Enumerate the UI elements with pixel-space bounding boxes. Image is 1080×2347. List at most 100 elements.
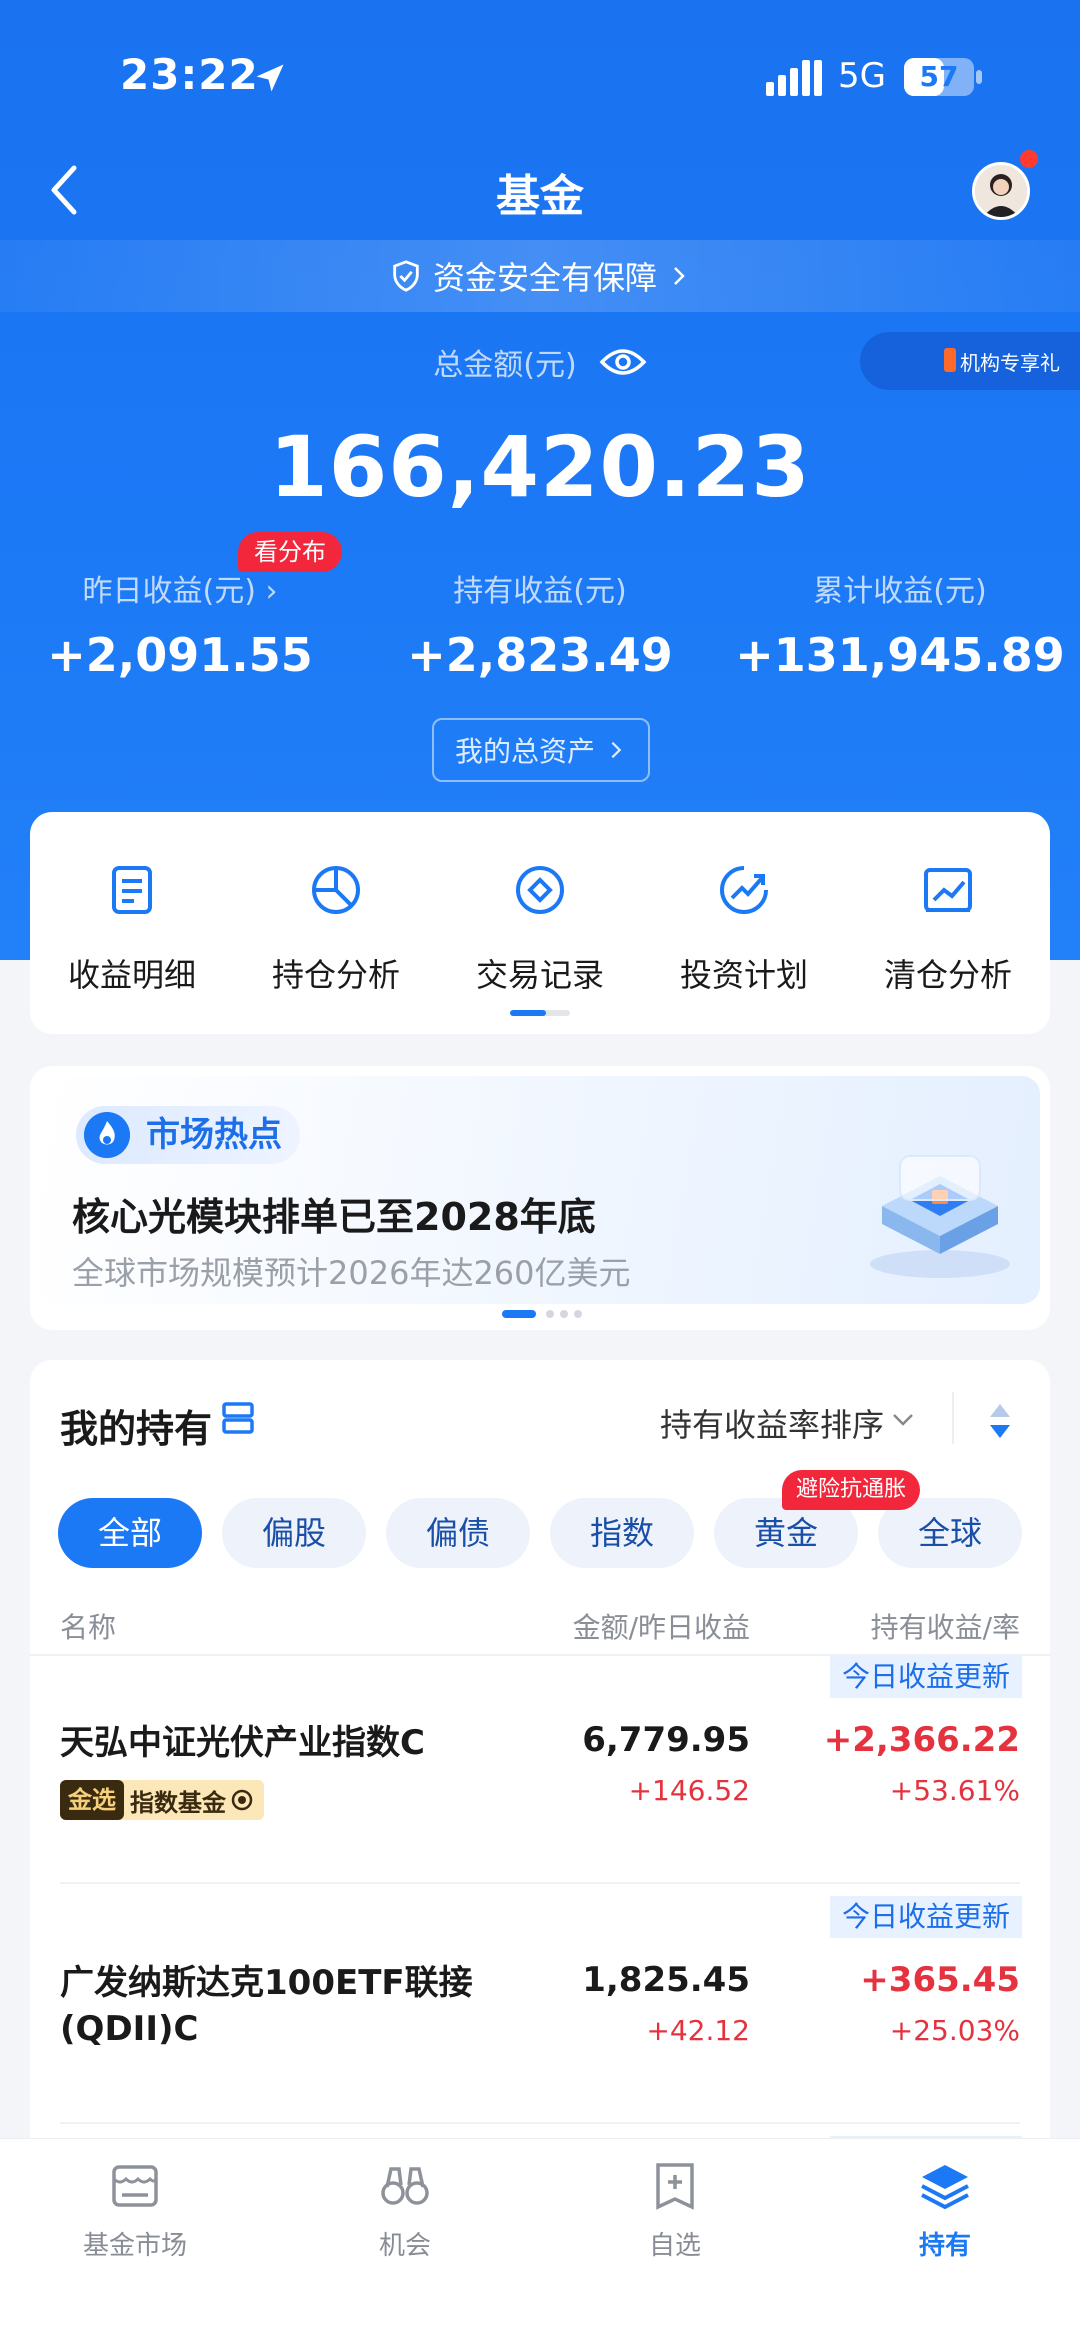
market-hot-subtitle: 全球市场规模预计2026年达260亿美元 bbox=[72, 1254, 631, 1292]
tool-invest-plan[interactable]: 投资计划 bbox=[642, 862, 846, 996]
stat-cumulative: 累计收益(元) +131,945.89 bbox=[720, 566, 1080, 682]
stat-value: +2,823.49 bbox=[407, 628, 673, 682]
total-assets-button[interactable]: 我的总资产 bbox=[432, 718, 650, 782]
status-time: 23:22 bbox=[120, 50, 259, 99]
tool-label: 清仓分析 bbox=[883, 956, 1012, 994]
eye-icon[interactable] bbox=[599, 344, 647, 380]
fund-hold-profit: +365.45 bbox=[860, 1960, 1020, 2000]
list-toggle-icon[interactable] bbox=[220, 1398, 256, 1438]
page-title: 基金 bbox=[496, 171, 584, 222]
stat-label: 持有收益(元) bbox=[453, 574, 627, 609]
battery-percent: 57 bbox=[919, 60, 959, 93]
tool-position-analysis[interactable]: 持仓分析 bbox=[234, 862, 438, 996]
tab-label: 机会 bbox=[378, 2231, 431, 2261]
market-icon bbox=[112, 2165, 158, 2207]
promo-tag[interactable]: 机构专享礼 bbox=[860, 332, 1080, 390]
target-icon bbox=[231, 1789, 253, 1811]
trend-up-icon bbox=[720, 866, 768, 914]
fund-day-profit: +42.12 bbox=[646, 2014, 750, 2047]
total-label: 总金额(元) bbox=[433, 348, 577, 383]
user-avatar-icon bbox=[975, 165, 1027, 217]
status-bar: 23:22 5G 57 bbox=[0, 40, 1080, 120]
divider bbox=[60, 2122, 1020, 2124]
tab-fund-market[interactable]: 基金市场 bbox=[0, 2159, 270, 2262]
filter-bond[interactable]: 偏债 bbox=[386, 1498, 530, 1568]
tool-trade-records[interactable]: 交易记录 bbox=[438, 862, 642, 996]
chevron-right-icon bbox=[611, 741, 622, 759]
filter-equity[interactable]: 偏股 bbox=[222, 1498, 366, 1568]
fund-tags: 金选 指数基金 bbox=[60, 1780, 264, 1820]
market-hot-title: 核心光模块排单已至2028年底 bbox=[72, 1195, 596, 1239]
tool-label: 持仓分析 bbox=[271, 956, 400, 994]
total-amount: 166,420.23 bbox=[269, 418, 811, 516]
chevron-down-icon bbox=[893, 1414, 913, 1426]
fund-row[interactable]: 今日收益更新 广发纳斯达克100ETF联接(QDII)C 1,825.45 +4… bbox=[30, 1896, 1050, 2106]
column-profit: 持有收益/率 bbox=[870, 1611, 1020, 1644]
binoculars-icon bbox=[381, 2167, 429, 2205]
network-type: 5G bbox=[838, 56, 886, 96]
sort-dropdown[interactable]: 持有收益率排序 bbox=[660, 1400, 884, 1446]
line-chart-icon bbox=[924, 868, 972, 912]
tool-label: 投资计划 bbox=[679, 956, 808, 994]
tool-label: 收益明细 bbox=[67, 956, 196, 994]
stat-label: 昨日收益(元) › bbox=[82, 574, 278, 609]
cellular-signal-icon bbox=[766, 60, 822, 96]
stat-yesterday[interactable]: 昨日收益(元) › +2,091.55 bbox=[0, 566, 360, 682]
filter-index[interactable]: 指数 bbox=[550, 1498, 694, 1568]
market-hot-tag: 市场热点 bbox=[76, 1106, 300, 1164]
index-fund-tag: 指数基金 bbox=[130, 1788, 226, 1817]
filter-all[interactable]: 全部 bbox=[58, 1498, 202, 1568]
flame-icon bbox=[84, 1112, 130, 1158]
add-bookmark-icon bbox=[656, 2163, 694, 2210]
banner-pager bbox=[502, 1310, 582, 1318]
bottom-tab-bar: 基金市场 机会 自选 持有 bbox=[0, 2138, 1080, 2347]
tool-label: 交易记录 bbox=[475, 956, 604, 994]
avatar[interactable] bbox=[972, 162, 1030, 220]
stat-value: +131,945.89 bbox=[735, 628, 1065, 682]
battery-tip bbox=[976, 70, 982, 84]
tab-watchlist[interactable]: 自选 bbox=[540, 2159, 810, 2262]
fund-name: 广发纳斯达克100ETF联接(QDII)C bbox=[60, 1963, 473, 2049]
update-tag: 今日收益更新 bbox=[829, 1896, 1022, 1938]
fund-amount: 1,825.45 bbox=[582, 1960, 750, 2000]
pie-chart-icon bbox=[312, 866, 360, 914]
tab-label: 自选 bbox=[648, 2231, 701, 2261]
layers-icon bbox=[921, 2165, 969, 2210]
fund-hold-rate: +53.61% bbox=[889, 1774, 1020, 1807]
market-hot-banner: 市场热点 核心光模块排单已至2028年底 全球市场规模预计2026年达260亿美… bbox=[40, 1076, 1040, 1304]
divider bbox=[60, 1882, 1020, 1884]
shield-check-icon bbox=[393, 260, 419, 292]
stat-holding: 持有收益(元) +2,823.49 bbox=[360, 566, 720, 682]
jinxuan-tag: 金选 bbox=[60, 1780, 124, 1820]
holdings-title: 我的持有 bbox=[60, 1407, 213, 1451]
notification-dot bbox=[1020, 150, 1038, 168]
safety-text: 资金安全有保障 bbox=[432, 259, 657, 297]
chip-illustration-icon bbox=[870, 1155, 1010, 1278]
fund-hold-rate: +25.03% bbox=[889, 2014, 1020, 2047]
sort-order-icon[interactable] bbox=[988, 1402, 1012, 1440]
stat-label: 累计收益(元) bbox=[813, 574, 987, 609]
promo-tag-text: 机构专享礼 bbox=[960, 350, 1060, 375]
column-amount: 金额/昨日收益 bbox=[572, 1611, 750, 1644]
fund-name: 天弘中证光伏产业指数C bbox=[60, 1723, 425, 1763]
market-hot-tag-text: 市场热点 bbox=[146, 1115, 282, 1155]
column-header: 名称 金额/昨日收益 持有收益/率 bbox=[30, 1606, 1050, 1656]
tool-profit-detail[interactable]: 收益明细 bbox=[30, 862, 234, 996]
fund-row[interactable]: 今日收益更新 天弘中证光伏产业指数C 金选 指数基金 6,779.95 +146… bbox=[30, 1656, 1050, 1866]
tab-label: 持有 bbox=[918, 2231, 971, 2261]
tab-holdings[interactable]: 持有 bbox=[810, 2159, 1080, 2262]
fund-amount: 6,779.95 bbox=[582, 1720, 750, 1760]
chevron-right-icon bbox=[674, 267, 685, 285]
tab-label: 基金市场 bbox=[82, 2231, 187, 2261]
location-arrow-icon bbox=[256, 64, 284, 92]
safety-banner[interactable]: 资金安全有保障 bbox=[0, 240, 1080, 312]
tab-opportunity[interactable]: 机会 bbox=[270, 2159, 540, 2262]
diamond-circle-icon bbox=[516, 866, 564, 914]
tools-page-indicator bbox=[510, 1010, 546, 1016]
market-hot-card[interactable]: 市场热点 核心光模块排单已至2028年底 全球市场规模预计2026年达260亿美… bbox=[30, 1066, 1050, 1330]
document-icon bbox=[112, 866, 152, 914]
gift-icon bbox=[944, 348, 956, 372]
tool-clearance-analysis[interactable]: 清仓分析 bbox=[846, 862, 1050, 996]
fund-day-profit: +146.52 bbox=[628, 1774, 750, 1807]
fund-hold-profit: +2,366.22 bbox=[823, 1720, 1020, 1760]
